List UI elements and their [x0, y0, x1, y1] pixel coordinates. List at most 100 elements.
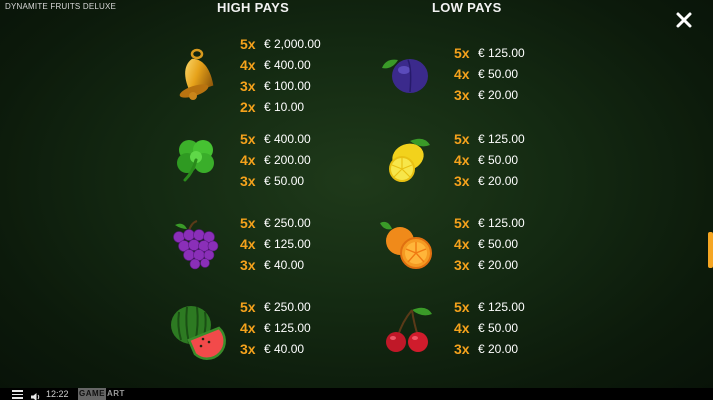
pay-value: € 400.00 — [264, 57, 311, 72]
pay-multiplier: 3x — [454, 86, 470, 103]
pay-line: 3x € 20.00 — [454, 84, 525, 105]
plum-symbol-icon — [378, 46, 436, 104]
pay-multiplier: 3x — [454, 256, 470, 273]
pay-line: 5x € 125.00 — [454, 42, 525, 63]
pay-value: € 50.00 — [478, 152, 519, 167]
clover-symbol-icon — [167, 130, 225, 188]
pay-multiplier: 4x — [454, 65, 470, 82]
pay-line: 3x € 20.00 — [454, 170, 525, 191]
pay-multiplier: 4x — [240, 319, 256, 336]
watermelon-pay-list: 5x € 250.00 4x € 125.00 3x € 40.00 — [240, 296, 311, 359]
pay-multiplier: 4x — [454, 319, 470, 336]
pay-line: 3x € 40.00 — [240, 338, 311, 359]
pay-multiplier: 4x — [240, 235, 256, 252]
clover-pay-list: 5x € 400.00 4x € 200.00 3x € 50.00 — [240, 128, 311, 191]
pay-line: 3x € 50.00 — [240, 170, 311, 191]
pay-multiplier: 5x — [454, 130, 470, 147]
pay-value: € 125.00 — [478, 131, 525, 146]
pay-line: 3x € 20.00 — [454, 338, 525, 359]
provider-logo-left: GAME — [78, 388, 106, 400]
pay-value: € 50.00 — [478, 66, 519, 81]
pay-value: € 200.00 — [264, 152, 311, 167]
pay-line: 2x € 10.00 — [240, 96, 321, 117]
clock: 12:22 — [46, 389, 69, 399]
pay-line: 5x € 125.00 — [454, 128, 525, 149]
plum-pay-list: 5x € 125.00 4x € 50.00 3x € 20.00 — [454, 42, 525, 105]
pay-multiplier: 5x — [240, 130, 256, 147]
watermelon-symbol-icon — [165, 298, 226, 360]
bell-symbol-icon — [165, 44, 223, 102]
game-title: DYNAMITE FRUITS DELUXE — [5, 2, 117, 11]
pay-line: 5x € 125.00 — [454, 296, 525, 317]
pay-line: 4x € 125.00 — [240, 317, 311, 338]
bottom-bar: 12:22 GAME ART — [0, 388, 713, 400]
pay-multiplier: 3x — [240, 256, 256, 273]
pay-line: 5x € 125.00 — [454, 212, 525, 233]
pay-line: 4x € 400.00 — [240, 54, 321, 75]
grapes-pay-list: 5x € 250.00 4x € 125.00 3x € 40.00 — [240, 212, 311, 275]
scroll-indicator[interactable] — [708, 232, 713, 268]
orange-symbol-icon — [378, 215, 436, 273]
pay-multiplier: 4x — [240, 151, 256, 168]
orange-pay-list: 5x € 125.00 4x € 50.00 3x € 20.00 — [454, 212, 525, 275]
low-pays-header: LOW PAYS — [432, 0, 502, 15]
cherries-symbol-icon — [380, 302, 438, 360]
pay-multiplier: 2x — [240, 98, 256, 115]
pay-line: 4x € 125.00 — [240, 233, 311, 254]
pay-value: € 100.00 — [264, 78, 311, 93]
pay-line: 5x € 250.00 — [240, 212, 311, 233]
pay-value: € 125.00 — [478, 215, 525, 230]
pay-line: 4x € 200.00 — [240, 149, 311, 170]
pay-line: 3x € 100.00 — [240, 75, 321, 96]
speaker-icon[interactable] — [30, 389, 41, 400]
pay-value: € 20.00 — [478, 257, 519, 272]
pay-line: 3x € 40.00 — [240, 254, 311, 275]
pay-value: € 250.00 — [264, 299, 311, 314]
pay-multiplier: 5x — [454, 214, 470, 231]
pay-multiplier: 3x — [240, 340, 256, 357]
pay-multiplier: 3x — [454, 172, 470, 189]
cherries-pay-list: 5x € 125.00 4x € 50.00 3x € 20.00 — [454, 296, 525, 359]
provider-logo-right: ART — [107, 389, 125, 398]
lemon-symbol-icon — [380, 131, 438, 189]
pay-line: 5x € 2,000.00 — [240, 33, 321, 54]
lemon-pay-list: 5x € 125.00 4x € 50.00 3x € 20.00 — [454, 128, 525, 191]
pay-value: € 10.00 — [264, 99, 305, 114]
pay-value: € 2,000.00 — [264, 36, 321, 51]
pay-line: 5x € 400.00 — [240, 128, 311, 149]
pay-value: € 50.00 — [264, 173, 305, 188]
pay-multiplier: 4x — [454, 235, 470, 252]
pay-multiplier: 5x — [240, 298, 256, 315]
pay-multiplier: 3x — [454, 340, 470, 357]
pay-multiplier: 5x — [454, 298, 470, 315]
bell-pay-list: 5x € 2,000.00 4x € 400.00 3x € 100.00 2x € 1… — [240, 33, 321, 117]
close-button[interactable] — [675, 11, 693, 29]
pay-multiplier: 3x — [240, 172, 256, 189]
pay-value: € 250.00 — [264, 215, 311, 230]
pay-line: 4x € 50.00 — [454, 317, 525, 338]
pay-line: 5x € 250.00 — [240, 296, 311, 317]
pay-value: € 20.00 — [478, 341, 519, 356]
pay-value: € 125.00 — [264, 236, 311, 251]
pay-value: € 50.00 — [478, 236, 519, 251]
pay-multiplier: 3x — [240, 77, 256, 94]
pay-line: 4x € 50.00 — [454, 149, 525, 170]
close-icon — [676, 12, 692, 28]
pay-value: € 20.00 — [478, 173, 519, 188]
pay-multiplier: 5x — [240, 214, 256, 231]
pay-value: € 50.00 — [478, 320, 519, 335]
pay-multiplier: 4x — [454, 151, 470, 168]
provider-logo: GAME ART — [78, 388, 125, 400]
pay-value: € 400.00 — [264, 131, 311, 146]
pay-multiplier: 5x — [240, 35, 256, 52]
pay-value: € 125.00 — [264, 320, 311, 335]
pay-line: 4x € 50.00 — [454, 233, 525, 254]
pay-value: € 20.00 — [478, 87, 519, 102]
hamburger-menu-icon[interactable] — [12, 390, 23, 399]
pay-multiplier: 4x — [240, 56, 256, 73]
grapes-symbol-icon — [165, 215, 223, 273]
pay-multiplier: 5x — [454, 44, 470, 61]
pay-value: € 40.00 — [264, 341, 305, 356]
high-pays-header: HIGH PAYS — [217, 0, 290, 15]
pay-value: € 125.00 — [478, 45, 525, 60]
